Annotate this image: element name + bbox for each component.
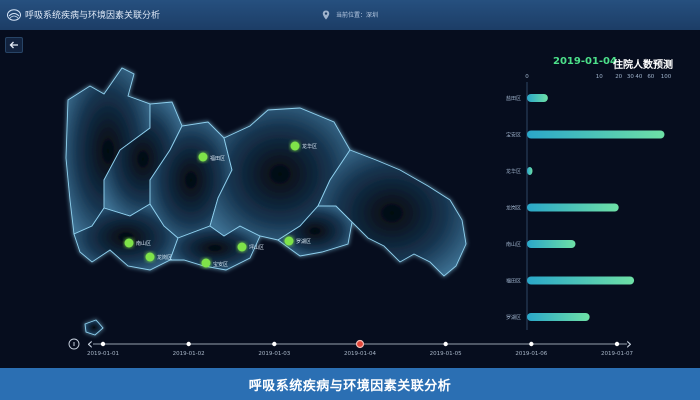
top-bar: 呼吸系统疾病与环境因素关联分析 当前位置： 深圳 [0,0,700,30]
timeline-date-label[interactable]: 2019-01-06 [515,351,547,357]
timeline-date-label[interactable]: 2019-01-03 [258,351,290,357]
date-timeline: II ‹ ›2019-01-01 2019-01-02 2019-01-03 2019-0… [68,334,633,357]
timeline-point[interactable] [272,341,277,347]
timeline-point[interactable] [355,339,365,349]
timeline-date-label[interactable]: 2019-01-07 [601,351,633,357]
timeline-point[interactable] [100,341,106,347]
app-logo-icon [7,9,21,21]
timeline-date-label[interactable]: 2019-01-02 [173,351,205,357]
timeline-point[interactable] [443,341,448,347]
caption-bar: 呼吸系统疾病与环境因素关联分析 [0,368,700,400]
timeline-date-label[interactable]: 2019-01-01 [87,351,119,357]
main-panel: 南山区 福田区 龙华区 龙岗区 宝安区 坪山区 罗湖区 2019-01-04 住… [0,30,700,368]
location-label: 当前位置： [336,12,367,19]
pause-icon: II [73,342,76,348]
timeline-point[interactable] [186,341,191,347]
location-pin-icon [322,10,330,20]
location-value[interactable]: 深圳 [366,10,378,19]
app-title: 呼吸系统疾病与环境因素关联分析 [25,11,161,21]
timeline-point[interactable] [614,341,620,347]
timeline-point[interactable] [529,341,534,347]
timeline-date-label[interactable]: 2019-01-05 [430,351,462,357]
caption-text: 呼吸系统疾病与环境因素关联分析 [248,378,452,394]
timeline-date-label[interactable]: 2019-01-04 [344,351,376,357]
